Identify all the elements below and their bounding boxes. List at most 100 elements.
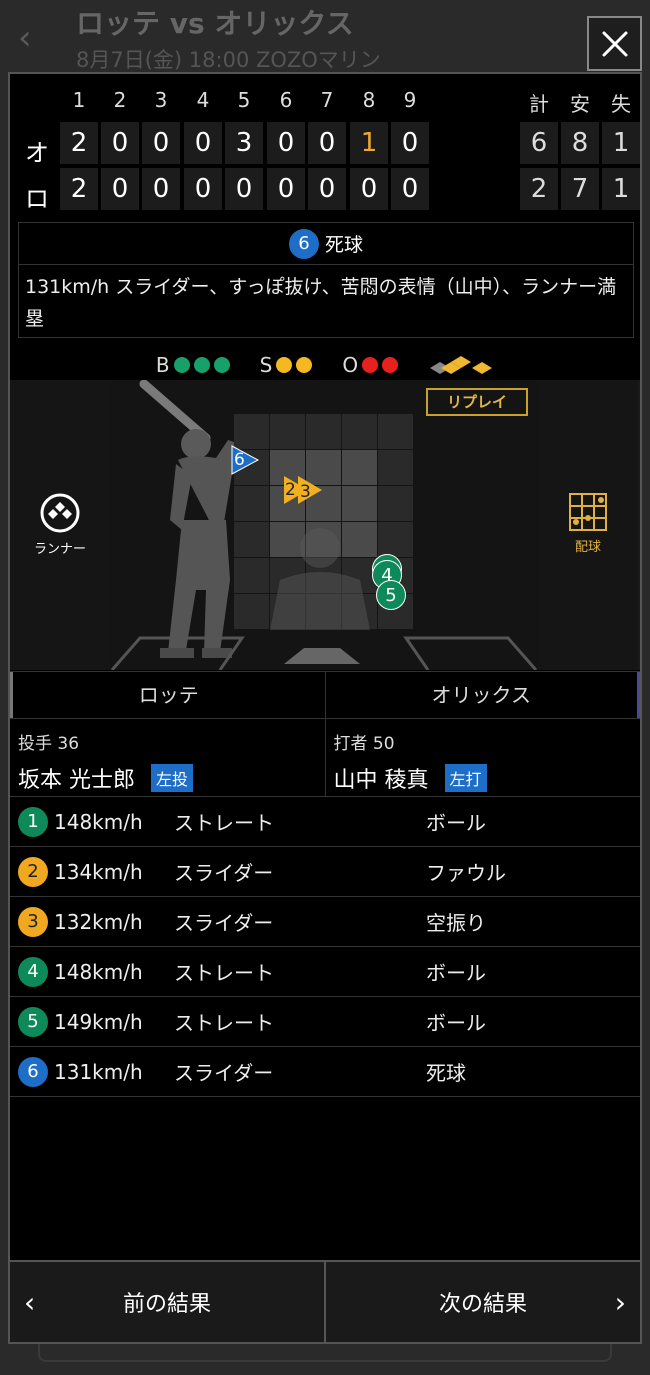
pitch-result: ボール <box>426 961 486 985</box>
play-detail-modal: 1 2 3 4 5 6 7 8 9 計 安 失 オ 2 0 0 0 3 0 0 … <box>8 72 642 1344</box>
team-initial: ロ <box>25 185 49 213</box>
prev-result-label: 前の結果 <box>122 1292 211 1317</box>
inning-score: 2 <box>60 122 98 164</box>
pitch-row[interactable]: 4 148km/h ストレート ボール <box>10 947 640 997</box>
pitch-result: 空振り <box>426 911 486 935</box>
total-hits: 8 <box>561 122 599 164</box>
inning-score: 0 <box>267 122 305 164</box>
pitcher-role-label: 投手 <box>18 734 52 754</box>
batter-name: 山中 稜真 <box>333 768 429 793</box>
chevron-left-icon: ‹ <box>24 1286 36 1319</box>
zone-cell <box>378 522 413 557</box>
pitch-chart-button[interactable]: 配球 <box>538 492 638 555</box>
strike-count: S <box>260 353 313 377</box>
inning-header: 8 <box>362 88 376 112</box>
inning-header: 6 <box>279 88 293 112</box>
hits-header: 安 <box>570 92 590 116</box>
pitch-speed: 134km/h <box>54 859 143 884</box>
inning-header: 2 <box>113 88 127 112</box>
game-title: ロッテ vs オリックス <box>76 7 354 40</box>
zone-cell <box>270 414 305 449</box>
pitcher-info: 投手 36 坂本 光士郎 左投 <box>10 719 326 796</box>
inning-score: 0 <box>101 122 139 164</box>
inning-header: 4 <box>196 88 210 112</box>
strike-zone-view: リプレイ 6 2 3 4 5 <box>110 380 538 670</box>
inning-score: 0 <box>267 168 305 210</box>
play-description-box: 6 死球 131km/h スライダー、すっぽ抜け、苦悶の表情（山中）、ランナー満… <box>18 222 634 338</box>
zone-cell <box>378 486 413 521</box>
tab-lotte[interactable]: ロッテ <box>10 672 326 718</box>
zone-cell <box>342 486 377 521</box>
pitch-marker-label: 6 <box>234 450 245 470</box>
pitch-marker-5: 5 <box>376 580 406 610</box>
team-initial: オ <box>25 139 49 167</box>
inning-header: 9 <box>403 88 417 112</box>
total-runs: 6 <box>520 122 558 164</box>
inning-score: 0 <box>142 168 180 210</box>
zone-cell <box>342 414 377 449</box>
strike-dot <box>296 357 313 373</box>
pitch-speed: 131km/h <box>54 1059 143 1084</box>
pitch-marker-label: 2 <box>285 480 296 500</box>
inning-score: 3 <box>225 122 263 164</box>
pitch-type: スライダー <box>174 911 274 935</box>
pitch-row[interactable]: 2 134km/h スライダー ファウル <box>10 847 640 897</box>
tab-orix[interactable]: オリックス <box>326 672 640 718</box>
out-label: O <box>342 353 359 377</box>
close-button[interactable] <box>587 16 642 71</box>
pitch-chart-icon <box>569 493 607 531</box>
bases-loaded-icon <box>430 356 493 374</box>
zone-cell <box>306 414 341 449</box>
batter-number: 50 <box>372 734 395 754</box>
batter-role: 打者 50 <box>334 729 633 754</box>
ball-dot <box>213 357 230 373</box>
errors-header: 失 <box>611 92 631 116</box>
runner-label: ランナー <box>33 542 86 557</box>
pitch-speed: 149km/h <box>54 1009 143 1034</box>
baseball-diamond-icon <box>40 493 80 533</box>
pitch-row[interactable]: 3 132km/h スライダー 空振り <box>10 897 640 947</box>
next-result-label: 次の結果 <box>438 1292 527 1317</box>
out-count: O <box>342 353 399 377</box>
play-result: 死球 <box>324 234 363 256</box>
result-navigation: ‹ 前の結果 次の結果 › <box>10 1260 640 1342</box>
inning-score: 0 <box>225 168 263 210</box>
pitch-marker-label: 3 <box>300 482 311 502</box>
replay-button[interactable]: リプレイ <box>426 388 528 416</box>
chevron-right-icon: › <box>614 1286 626 1319</box>
matchup-info: 投手 36 坂本 光士郎 左投 打者 50 山中 稜真 左打 <box>10 719 640 797</box>
pitch-row[interactable]: 6 131km/h スライダー 死球 <box>10 1047 640 1097</box>
total-hits: 7 <box>561 168 599 210</box>
left-panel: ランナー <box>10 380 110 670</box>
pitch-row[interactable]: 1 148km/h ストレート ボール <box>10 797 640 847</box>
ball-dot <box>173 357 190 373</box>
inning-score: 0 <box>391 122 429 164</box>
ball-label: B <box>155 353 170 377</box>
zone-cell <box>234 486 269 521</box>
pitch-result: ボール <box>426 1011 486 1035</box>
pitch-number-badge: 2 <box>18 856 48 887</box>
runner-button[interactable]: ランナー <box>10 492 110 557</box>
play-header: 6 死球 <box>19 223 633 265</box>
inning-header: 5 <box>237 88 251 112</box>
pitcher-role: 投手 36 <box>18 729 317 754</box>
strike-dot <box>276 357 293 373</box>
pitch-row[interactable]: 5 149km/h ストレート ボール <box>10 997 640 1047</box>
zone-cell <box>342 450 377 485</box>
home-plate <box>110 636 538 670</box>
inning-score: 2 <box>60 168 98 210</box>
background-header: ‹ ロッテ vs オリックス 8月7日(金) 18:00 ZOZOマリン <box>0 0 650 75</box>
prev-result-button[interactable]: ‹ 前の結果 <box>10 1262 326 1342</box>
inning-header: 7 <box>320 88 334 112</box>
ball-dot <box>193 357 210 373</box>
next-result-button[interactable]: 次の結果 › <box>326 1262 640 1342</box>
batter-hand-badge: 左打 <box>444 764 487 792</box>
total-runs-header: 計 <box>529 92 549 116</box>
pitch-result: ファウル <box>426 861 506 885</box>
zone-cell <box>378 450 413 485</box>
catcher-silhouette <box>270 528 370 630</box>
pitcher-number: 36 <box>57 734 80 754</box>
back-chevron-icon[interactable]: ‹ <box>18 18 32 58</box>
inning-score: 0 <box>308 122 346 164</box>
count-indicator: B S O <box>10 350 640 380</box>
